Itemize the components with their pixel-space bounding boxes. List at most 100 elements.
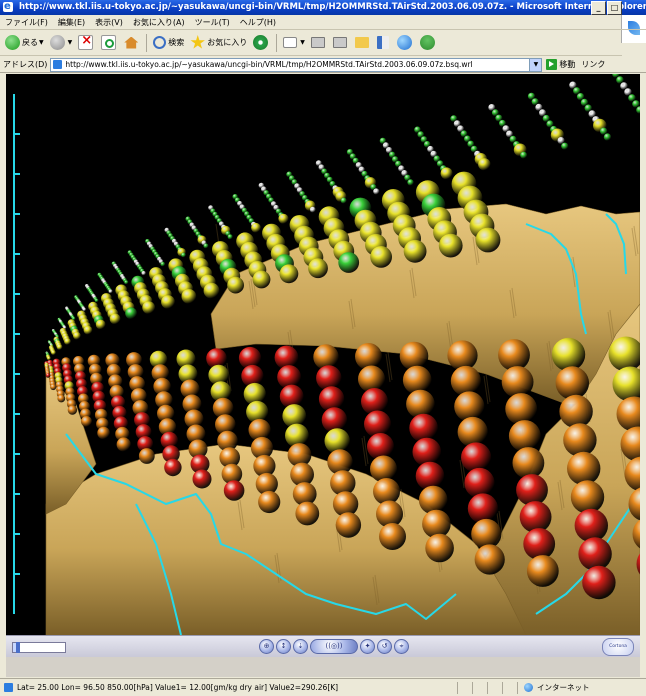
forward-arrow-icon bbox=[49, 35, 65, 50]
roll-icon[interactable]: ↺ bbox=[377, 639, 392, 654]
mail-icon bbox=[283, 37, 298, 48]
data-sphere bbox=[308, 258, 328, 279]
globe-icon bbox=[396, 35, 412, 50]
menu-help[interactable]: ヘルプ(H) bbox=[235, 17, 281, 28]
vrml-control-panel bbox=[6, 657, 640, 677]
data-sphere bbox=[181, 252, 186, 258]
data-sphere bbox=[523, 528, 556, 560]
mail-button[interactable]: ▼ bbox=[281, 32, 307, 54]
data-sphere bbox=[57, 394, 66, 403]
menu-file[interactable]: ファイル(F) bbox=[0, 17, 53, 28]
vrml-navigation-bar: ⊕ ↕ ⇣ ((◎)) ✦ ↺ ⌖ Cortona bbox=[6, 635, 640, 657]
data-sphere bbox=[475, 227, 501, 253]
maximize-button[interactable]: □ bbox=[607, 1, 622, 15]
data-sphere bbox=[81, 416, 92, 427]
vrml-3d-scene[interactable] bbox=[6, 74, 640, 635]
status-bar: Lat= 25.00 Lon= 96.50 850.00[hPa] Value1… bbox=[0, 678, 646, 696]
goto-icon[interactable]: ⌖ bbox=[394, 639, 409, 654]
data-sphere bbox=[338, 252, 360, 273]
go-button[interactable]: 移動 bbox=[546, 59, 575, 70]
address-input[interactable]: http://www.tkl.iis.u-tokyo.ac.jp/~yasuka… bbox=[50, 57, 531, 72]
data-sphere bbox=[574, 508, 608, 543]
contacts-button[interactable] bbox=[418, 32, 439, 54]
home-icon bbox=[124, 36, 139, 49]
data-sphere bbox=[278, 213, 289, 224]
data-sphere bbox=[192, 469, 212, 489]
data-sphere bbox=[461, 442, 492, 473]
vrml-viewer[interactable] bbox=[6, 74, 640, 635]
speed-slider[interactable] bbox=[12, 642, 66, 653]
data-sphere bbox=[440, 167, 453, 180]
data-sphere bbox=[561, 142, 569, 150]
menu-favorites[interactable]: お気に入り(A) bbox=[128, 17, 190, 28]
data-sphere bbox=[142, 301, 156, 314]
data-sphere bbox=[498, 339, 530, 371]
data-sphere bbox=[418, 485, 448, 515]
print-button[interactable] bbox=[309, 32, 329, 54]
research-button[interactable] bbox=[375, 32, 393, 54]
data-sphere bbox=[412, 437, 442, 467]
data-sphere bbox=[555, 366, 589, 400]
edit-button[interactable] bbox=[331, 32, 351, 54]
menu-edit[interactable]: 編集(E) bbox=[53, 17, 90, 28]
go-label: 移動 bbox=[559, 60, 576, 69]
turn-icon[interactable]: ✦ bbox=[360, 639, 375, 654]
data-sphere bbox=[559, 394, 593, 429]
speed-slider-knob[interactable] bbox=[16, 642, 21, 653]
data-sphere bbox=[501, 366, 534, 398]
data-sphere bbox=[73, 331, 81, 340]
data-sphere bbox=[563, 423, 597, 457]
refresh-button[interactable] bbox=[99, 32, 120, 54]
minimize-button[interactable]: _ bbox=[591, 1, 606, 15]
data-sphere bbox=[309, 206, 316, 213]
data-sphere bbox=[64, 338, 71, 345]
search-button[interactable]: 検索 bbox=[151, 32, 186, 54]
home-button[interactable] bbox=[122, 32, 142, 54]
data-sphere bbox=[335, 512, 362, 538]
data-sphere bbox=[227, 234, 233, 240]
back-arrow-icon bbox=[5, 35, 20, 50]
data-sphere bbox=[125, 307, 137, 320]
walk-icon[interactable]: ⇣ bbox=[293, 639, 308, 654]
links-button[interactable]: リンク bbox=[581, 59, 605, 70]
data-sphere bbox=[138, 448, 155, 464]
address-bar: アドレス(D) http://www.tkl.iis.u-tokyo.ac.jp… bbox=[0, 57, 646, 73]
data-sphere bbox=[109, 313, 121, 325]
search-icon bbox=[153, 36, 167, 49]
data-sphere bbox=[251, 222, 261, 233]
data-sphere bbox=[474, 544, 505, 575]
data-sphere bbox=[95, 319, 106, 330]
data-sphere bbox=[467, 493, 498, 524]
stop-icon bbox=[78, 33, 94, 50]
data-sphere bbox=[379, 523, 406, 550]
data-sphere bbox=[603, 133, 612, 141]
back-button[interactable]: 戻る ▼ bbox=[3, 32, 46, 54]
favorites-button[interactable]: お気に入り bbox=[188, 32, 249, 54]
media-button[interactable] bbox=[251, 32, 272, 54]
data-sphere bbox=[124, 280, 129, 285]
status-pane bbox=[472, 681, 487, 694]
data-sphere bbox=[279, 264, 299, 284]
messenger-button[interactable] bbox=[395, 32, 416, 54]
cortona-logo[interactable]: Cortona bbox=[602, 638, 634, 656]
address-dropdown-button[interactable]: ▼ bbox=[530, 57, 543, 72]
study-icon[interactable]: ((◎)) bbox=[310, 639, 358, 654]
data-sphere bbox=[508, 420, 541, 452]
menu-view[interactable]: 表示(V) bbox=[90, 17, 128, 28]
zone-label: インターネット bbox=[537, 683, 590, 692]
data-sphere bbox=[223, 480, 245, 501]
forward-button[interactable]: ▼ bbox=[48, 32, 75, 54]
page-status-icon bbox=[4, 683, 13, 692]
pan-icon[interactable]: ↕ bbox=[276, 639, 291, 654]
menu-tools[interactable]: ツール(T) bbox=[190, 17, 235, 28]
status-pane bbox=[457, 681, 472, 694]
data-sphere bbox=[50, 383, 57, 391]
plan-icon[interactable]: ⊕ bbox=[259, 639, 274, 654]
toolbar-separator bbox=[146, 33, 148, 52]
data-sphere bbox=[422, 509, 451, 539]
printer-icon bbox=[310, 37, 325, 48]
data-sphere bbox=[47, 356, 51, 361]
stop-button[interactable] bbox=[76, 32, 97, 54]
folder-button[interactable] bbox=[353, 32, 373, 54]
data-sphere bbox=[505, 393, 538, 425]
